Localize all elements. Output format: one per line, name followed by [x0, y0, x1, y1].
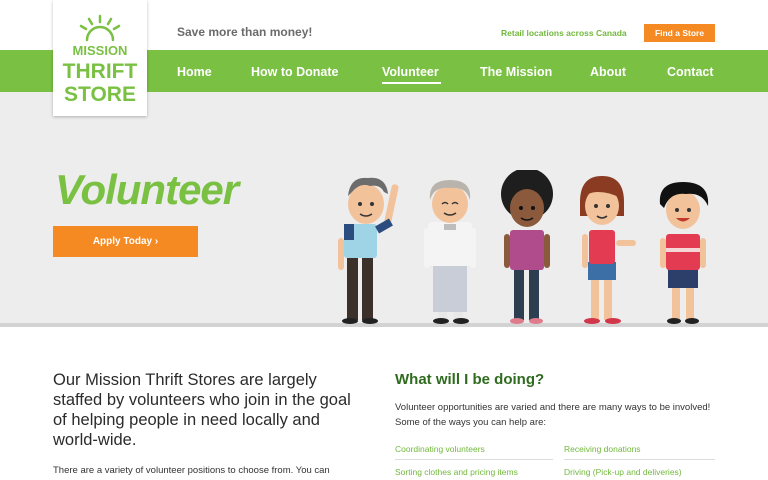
find-a-store-button[interactable]: Find a Store	[644, 24, 715, 42]
active-nav-underline	[382, 82, 441, 84]
volunteer-figure-man-waving	[338, 177, 399, 324]
way-item-driving: Driving (Pick-up and deliveries)	[564, 467, 682, 477]
page-title: Volunteer	[55, 166, 239, 213]
volunteer-figure-woman-curly-hair	[501, 170, 553, 324]
way-item-coordinating: Coordinating volunteers	[395, 444, 485, 454]
list-divider	[564, 459, 715, 460]
logo-text-thrift: THRIFT	[63, 60, 138, 83]
nav-item-about[interactable]: About	[590, 65, 626, 79]
nav-item-how-to-donate[interactable]: How to Donate	[251, 65, 339, 79]
logo-text-mission: MISSION	[73, 43, 128, 58]
volunteer-figure-woman-bob	[580, 176, 636, 324]
nav-item-the-mission[interactable]: The Mission	[480, 65, 552, 79]
what-intro-text: Volunteer opportunities are varied and t…	[395, 402, 711, 428]
apply-today-button[interactable]: Apply Today ›	[53, 226, 198, 257]
nav-item-contact[interactable]: Contact	[667, 65, 714, 79]
intro-lede: Our Mission Thrift Stores are largely st…	[53, 371, 351, 449]
retail-locations-link[interactable]: Retail locations across Canada	[501, 28, 627, 38]
what-will-i-be-doing-heading: What will I be doing?	[395, 371, 545, 388]
volunteer-figure-older-woman	[424, 180, 476, 324]
tagline: Save more than money!	[177, 25, 313, 39]
way-item-receiving: Receiving donations	[564, 444, 641, 454]
nav-item-volunteer[interactable]: Volunteer	[382, 65, 439, 79]
nav-item-home[interactable]: Home	[177, 65, 212, 79]
logo-text-store: STORE	[64, 83, 136, 106]
logo-graphic: MISSION THRIFT STORE	[63, 14, 138, 106]
volunteers-illustration	[338, 170, 709, 324]
volunteer-figure-kid	[659, 182, 709, 324]
list-divider	[395, 459, 553, 460]
site-logo[interactable]: MISSION THRIFT STORE	[53, 0, 147, 116]
way-item-sorting: Sorting clothes and pricing items	[395, 467, 518, 477]
positions-paragraph: There are a variety of volunteer positio…	[53, 465, 330, 476]
